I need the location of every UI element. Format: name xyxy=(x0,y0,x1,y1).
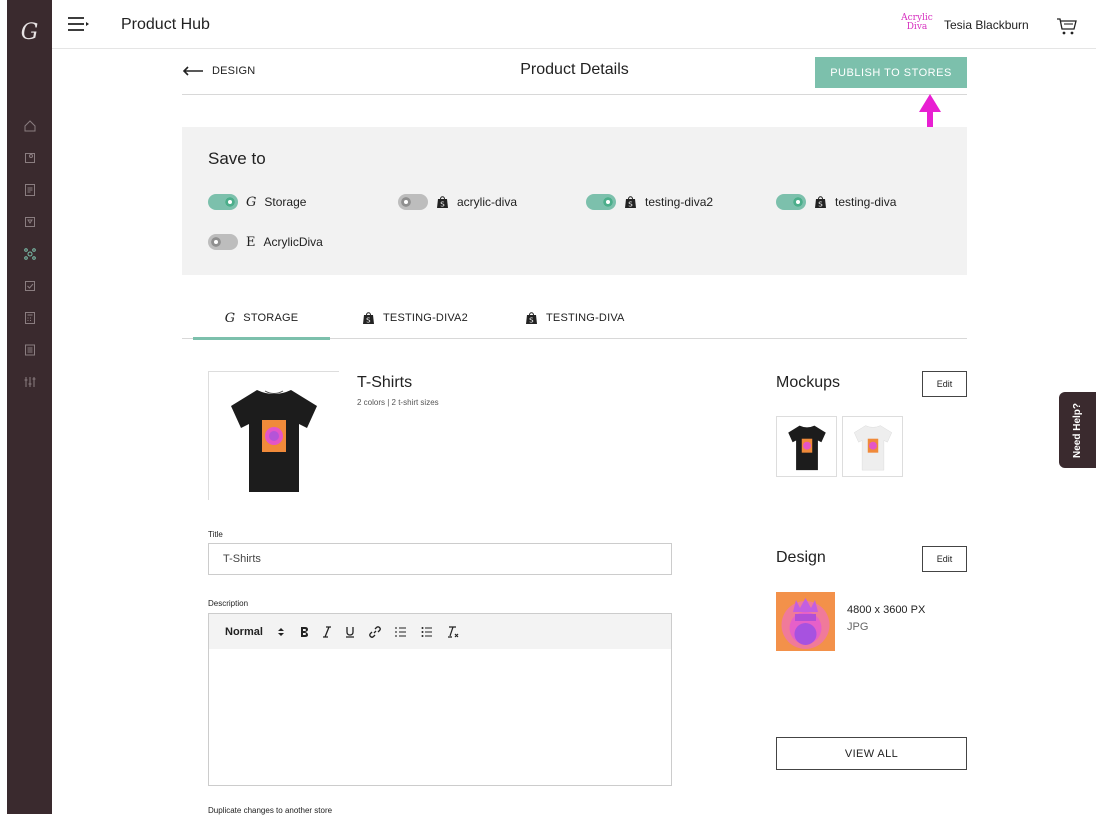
svg-text:S: S xyxy=(440,201,445,209)
shopify-bag-icon: S xyxy=(363,312,374,325)
sidebar-item-calculator[interactable] xyxy=(7,302,52,334)
integrations-icon xyxy=(23,248,36,260)
product-name: T-Shirts xyxy=(357,374,413,391)
tab-testing-diva[interactable]: S TESTING-DIVA xyxy=(525,297,625,339)
sidebar-item-settings[interactable] xyxy=(7,366,52,398)
store-tabs: G STORAGE S TESTING-DIVA2 S TESTING-DIVA xyxy=(182,297,967,340)
sidebar-nav xyxy=(7,110,52,398)
sidebar-item-mockups[interactable] xyxy=(7,206,52,238)
orders-icon xyxy=(24,184,35,196)
tab-testing-diva2[interactable]: S TESTING-DIVA2 xyxy=(362,297,468,339)
toggle-switch[interactable] xyxy=(398,194,428,210)
storage-logo-icon: G xyxy=(246,194,257,210)
white-tshirt-image xyxy=(853,424,892,470)
need-help-label: Need Help? xyxy=(1072,402,1084,458)
product-variants-summary: 2 colors | 2 t-shirt sizes xyxy=(357,398,439,407)
store-name: testing-diva2 xyxy=(645,195,714,209)
mockup-thumbnail-white[interactable] xyxy=(842,416,903,477)
tshirt-image xyxy=(231,390,317,492)
toggle-switch[interactable] xyxy=(586,194,616,210)
shopify-bag-icon: S xyxy=(625,196,636,209)
edit-mockups-button[interactable]: Edit xyxy=(922,371,967,397)
store-toggle-acrylic-diva[interactable]: S acrylic-diva xyxy=(398,194,517,210)
sidebar-item-documents[interactable] xyxy=(7,334,52,366)
title-label: Title xyxy=(208,530,223,539)
user-name[interactable]: Tesia Blackburn xyxy=(944,18,1029,32)
store-toggle-storage[interactable]: G Storage xyxy=(208,194,306,210)
sidebar-item-home[interactable] xyxy=(7,110,52,142)
checklist-icon xyxy=(24,281,35,291)
description-label: Description xyxy=(208,599,249,608)
edit-design-button[interactable]: Edit xyxy=(922,546,967,572)
top-bar: Product Hub Acrylic Diva Tesia Blackburn xyxy=(52,0,1096,49)
store-name: Storage xyxy=(264,195,307,209)
store-toggle-testing-diva2[interactable]: S testing-diva2 xyxy=(586,194,713,210)
mockups-title: Mockups xyxy=(776,374,841,391)
product-details-header: DESIGN Product Details PUBLISH TO STORES xyxy=(182,49,967,95)
clear-format-icon[interactable] xyxy=(447,625,459,638)
calculator-icon xyxy=(24,312,35,324)
store-name: AcrylicDiva xyxy=(263,235,323,249)
chevron-updown-icon[interactable] xyxy=(277,627,285,637)
toggle-switch[interactable] xyxy=(776,194,806,210)
design-dimensions: 4800 x 3600 PX xyxy=(847,604,926,616)
cart-icon[interactable] xyxy=(1056,16,1078,36)
design-title: Design xyxy=(776,549,826,566)
sidebar-rail: G xyxy=(7,0,52,814)
menu-toggle-icon[interactable] xyxy=(68,16,90,32)
sidebar-item-orders[interactable] xyxy=(7,174,52,206)
tab-label: STORAGE xyxy=(243,312,299,324)
etsy-logo-icon: E xyxy=(246,234,256,250)
svg-text:S: S xyxy=(366,317,371,325)
svg-text:S: S xyxy=(628,201,633,209)
store-toggle-testing-diva[interactable]: S testing-diva xyxy=(776,194,896,210)
bullet-list-icon[interactable] xyxy=(421,626,433,638)
need-help-button[interactable]: Need Help? xyxy=(1059,392,1096,468)
black-tshirt-image xyxy=(787,425,826,470)
mockup-thumbnail-black[interactable] xyxy=(776,416,837,477)
brand-logo-line2: Diva xyxy=(906,22,928,32)
design-file-type: JPG xyxy=(847,621,869,633)
sidebar-item-integrations[interactable] xyxy=(7,238,52,270)
product-image xyxy=(208,371,339,500)
sidebar-item-products[interactable] xyxy=(7,142,52,174)
editor-toolbar: Normal xyxy=(209,614,671,649)
bold-icon[interactable] xyxy=(299,626,309,638)
shopify-bag-icon: S xyxy=(526,312,537,325)
view-all-button[interactable]: VIEW ALL xyxy=(776,737,967,770)
shopify-bag-icon: S xyxy=(437,196,448,209)
publish-to-stores-button[interactable]: PUBLISH TO STORES xyxy=(815,57,967,88)
link-icon[interactable] xyxy=(369,625,381,638)
storage-logo-icon: G xyxy=(224,310,236,326)
italic-icon[interactable] xyxy=(322,625,331,638)
svg-text:S: S xyxy=(529,317,534,325)
tab-label: TESTING-DIVA2 xyxy=(383,312,468,324)
sidebar-item-checklist[interactable] xyxy=(7,270,52,302)
title-input[interactable]: T-Shirts xyxy=(208,543,672,575)
app-logo[interactable]: G xyxy=(7,22,52,44)
toggle-switch[interactable] xyxy=(208,234,238,250)
brand-logo[interactable]: Acrylic Diva xyxy=(897,14,937,36)
description-editor[interactable]: Normal xyxy=(208,613,672,786)
toggle-switch[interactable] xyxy=(208,194,238,210)
store-name: testing-diva xyxy=(835,195,897,209)
products-icon xyxy=(24,153,35,163)
save-to-panel: Save to G Storage S acrylic-diva S testi… xyxy=(182,127,967,275)
underline-icon[interactable] xyxy=(345,626,355,638)
design-artwork-image xyxy=(776,592,835,651)
ordered-list-icon[interactable] xyxy=(395,626,407,638)
save-to-title: Save to xyxy=(208,149,266,168)
tab-storage[interactable]: G STORAGE xyxy=(193,297,330,340)
svg-text:S: S xyxy=(818,201,823,209)
documents-icon xyxy=(24,344,35,356)
store-name: acrylic-diva xyxy=(457,195,518,209)
app-title: Product Hub xyxy=(121,16,210,33)
store-toggle-acrylicdiva-etsy[interactable]: E AcrylicDiva xyxy=(208,234,323,250)
settings-sliders-icon xyxy=(24,377,35,387)
shopify-bag-icon: S xyxy=(815,196,826,209)
mockup-icon xyxy=(24,217,35,227)
format-select[interactable]: Normal xyxy=(225,626,263,638)
tab-label: TESTING-DIVA xyxy=(546,312,625,324)
home-icon xyxy=(24,120,35,132)
